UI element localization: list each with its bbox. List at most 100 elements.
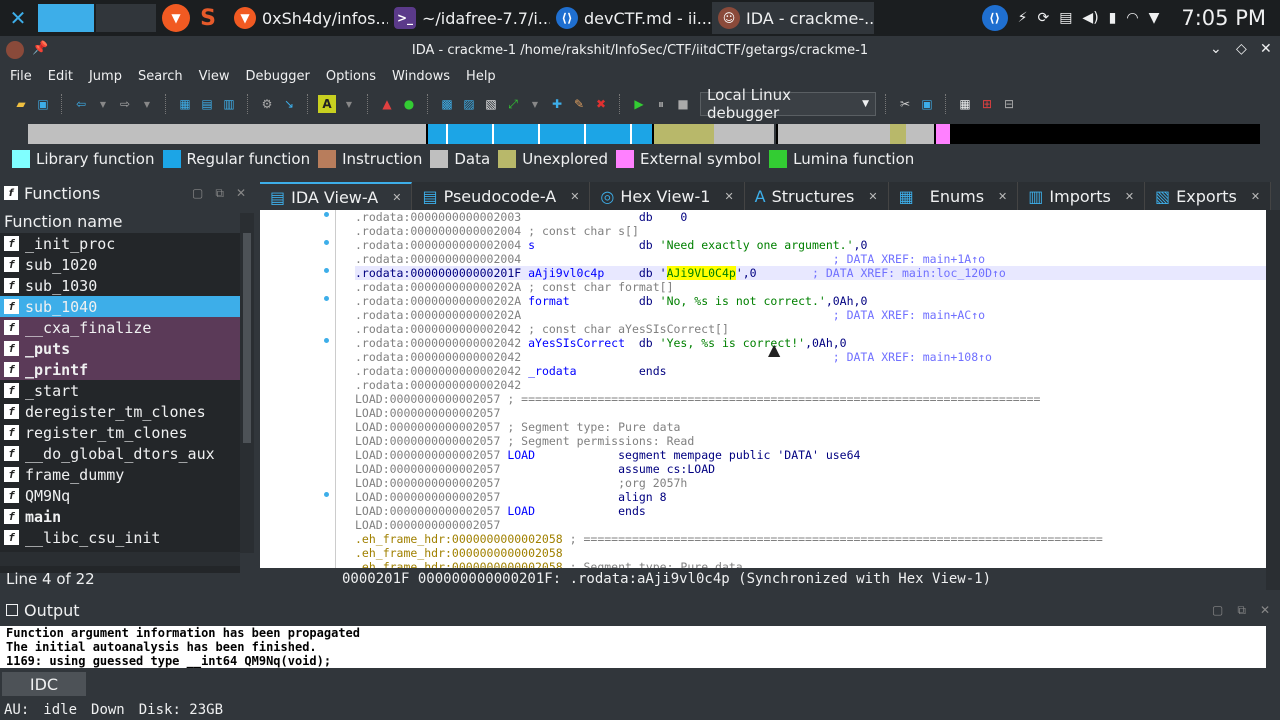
tab-ida-view-a[interactable]: ▤ IDA View-A ✕: [260, 182, 413, 210]
edit-icon[interactable]: ✎: [570, 95, 588, 113]
code-line[interactable]: .rodata:000000000000202A ; DATA XREF: ma…: [355, 308, 1266, 322]
menu-debugger[interactable]: Debugger: [235, 69, 315, 84]
tab-hex-view-1[interactable]: ◎ Hex View-1 ✕: [590, 182, 745, 210]
process-icon[interactable]: ▣: [918, 95, 936, 113]
code-line[interactable]: .rodata:0000000000002042 ; const char aY…: [355, 322, 1266, 336]
code-line[interactable]: LOAD:0000000000002057 assume cs:LOAD: [355, 462, 1266, 476]
function-row[interactable]: f __libc_csu_init: [0, 527, 240, 548]
debugger-select[interactable]: Local Linux debugger ▼: [700, 86, 876, 122]
float-icon[interactable]: ⧉: [215, 186, 224, 201]
vscode-icon[interactable]: ⟨⟩: [981, 5, 1008, 31]
navigation-band[interactable]: [28, 124, 1260, 144]
chart-icon[interactable]: ▨: [460, 95, 478, 113]
add-breakpoint-icon[interactable]: ✚: [548, 95, 566, 113]
brave-icon[interactable]: ▼: [162, 4, 190, 32]
functions-hscrollbar[interactable]: [0, 552, 240, 566]
desktop-pager-1[interactable]: [38, 4, 94, 32]
code-line[interactable]: .rodata:0000000000002042 _rodata ends: [355, 364, 1266, 378]
tab-pseudocode-a[interactable]: ▤ Pseudocode-A ✕: [412, 182, 591, 210]
dropdown-icon[interactable]: ▼: [94, 95, 112, 113]
network-icon[interactable]: ⊟: [1000, 95, 1018, 113]
taskbar-app-brave[interactable]: ▼ 0xSh4dy/infos...: [228, 2, 388, 34]
menu-view[interactable]: View: [189, 69, 236, 84]
pin-icon[interactable]: 📌: [32, 41, 48, 56]
close-icon[interactable]: ✕: [1260, 41, 1272, 57]
function-row[interactable]: f deregister_tm_clones: [0, 401, 240, 422]
back-icon[interactable]: ⇦: [72, 95, 90, 113]
code-line[interactable]: .rodata:0000000000002042 aYesSIsCorrect …: [355, 336, 1266, 350]
cross-ref-icon[interactable]: ⤢: [504, 95, 522, 113]
clock[interactable]: 7:05 PM: [1181, 6, 1266, 30]
warning-icon[interactable]: ▲: [378, 95, 396, 113]
close-icon[interactable]: ✕: [1260, 603, 1270, 618]
wifi-icon[interactable]: ◠: [1126, 10, 1138, 26]
code-line[interactable]: .rodata:0000000000002003 db 0: [355, 210, 1266, 224]
struct-icon[interactable]: ▦: [956, 95, 974, 113]
tab-structures[interactable]: A Structures ✕: [744, 182, 889, 210]
graph-icon[interactable]: ▩: [438, 95, 456, 113]
stop-icon[interactable]: ■: [674, 95, 692, 113]
restore-icon[interactable]: ▢: [192, 186, 203, 201]
play-icon[interactable]: ▶: [630, 95, 648, 113]
tree-icon[interactable]: ⊞: [978, 95, 996, 113]
menu-file[interactable]: File: [0, 69, 38, 84]
code-line[interactable]: LOAD:0000000000002057: [355, 406, 1266, 420]
scrollbar-thumb[interactable]: [243, 233, 251, 443]
code-line[interactable]: LOAD:0000000000002057 LOAD ends: [355, 504, 1266, 518]
close-icon[interactable]: ✕: [392, 191, 401, 204]
forward-icon[interactable]: ⇨: [116, 95, 134, 113]
attach-icon[interactable]: ✂: [896, 95, 914, 113]
maximize-icon[interactable]: ◇: [1236, 41, 1247, 57]
app-launcher-icon[interactable]: ✕: [0, 0, 36, 36]
tab-exports[interactable]: ▧ Exports ✕: [1145, 182, 1272, 210]
menu-windows[interactable]: Windows: [382, 69, 456, 84]
function-row[interactable]: f _printf: [0, 359, 240, 380]
code-line[interactable]: .eh_frame_hdr:0000000000002058: [355, 546, 1266, 560]
menu-help[interactable]: Help: [456, 69, 502, 84]
disassembly-view[interactable]: .rodata:0000000000002003 db 0 .rodata:00…: [260, 210, 1266, 568]
code-icon[interactable]: ▦: [176, 95, 194, 113]
function-row[interactable]: f sub_1020: [0, 254, 240, 275]
tab-enums[interactable]: ▦ Enums ✕: [888, 182, 1019, 210]
disassembly-scrollbar[interactable]: [1266, 210, 1280, 590]
restore-icon[interactable]: ▢: [1212, 603, 1223, 618]
code-line[interactable]: .rodata:0000000000002004 s db 'Need exac…: [355, 238, 1266, 252]
code-line-current[interactable]: .rodata:000000000000201F aAji9vl0c4p db …: [355, 266, 1266, 280]
clipboard-icon[interactable]: ▤: [1059, 10, 1072, 26]
data-icon[interactable]: ▤: [198, 95, 216, 113]
flow-icon[interactable]: ↘: [280, 95, 298, 113]
save-icon[interactable]: ▣: [34, 95, 52, 113]
dropdown-icon[interactable]: ▼: [526, 95, 544, 113]
close-icon[interactable]: ✕: [1125, 190, 1134, 203]
code-line[interactable]: .rodata:0000000000002004 ; DATA XREF: ma…: [355, 252, 1266, 266]
menu-edit[interactable]: Edit: [38, 69, 79, 84]
tray-expand-icon[interactable]: ▼: [1149, 10, 1160, 26]
volume-icon[interactable]: ◀): [1082, 10, 1098, 26]
taskbar-app-ida[interactable]: ☺ IDA - crackme-...: [712, 2, 874, 34]
open-icon[interactable]: ▰: [12, 95, 30, 113]
pause-icon[interactable]: ⏸: [652, 95, 670, 113]
function-row-selected[interactable]: f sub_1040: [0, 296, 240, 317]
menu-options[interactable]: Options: [316, 69, 382, 84]
function-row[interactable]: f _puts: [0, 338, 240, 359]
function-row[interactable]: f QM9Nq: [0, 485, 240, 506]
sync-icon[interactable]: ⟳: [1037, 10, 1049, 26]
output-log[interactable]: Function argument information has been p…: [0, 626, 1266, 668]
close-icon[interactable]: ✕: [1251, 190, 1260, 203]
code-line[interactable]: LOAD:0000000000002057 ; Segment permissi…: [355, 434, 1266, 448]
s-app-icon[interactable]: S: [194, 4, 222, 32]
dropdown-icon[interactable]: ▼: [138, 95, 156, 113]
close-icon[interactable]: ✕: [570, 190, 579, 203]
taskbar-app-vscode[interactable]: ⟨⟩ devCTF.md - ii...: [550, 2, 712, 34]
function-row[interactable]: f main: [0, 506, 240, 527]
power-icon[interactable]: ⚡: [1018, 10, 1028, 26]
code-line[interactable]: LOAD:0000000000002057 ; ================…: [355, 392, 1266, 406]
function-row[interactable]: f sub_1030: [0, 275, 240, 296]
code-line[interactable]: .eh_frame_hdr:0000000000002058 ; =======…: [355, 532, 1266, 546]
function-row[interactable]: f __do_global_dtors_aux: [0, 443, 240, 464]
battery-icon[interactable]: ▮: [1109, 10, 1117, 26]
code-line[interactable]: LOAD:0000000000002057 align 8: [355, 490, 1266, 504]
close-icon[interactable]: ✕: [868, 190, 877, 203]
menu-search[interactable]: Search: [128, 69, 189, 84]
close-icon[interactable]: ✕: [998, 190, 1007, 203]
